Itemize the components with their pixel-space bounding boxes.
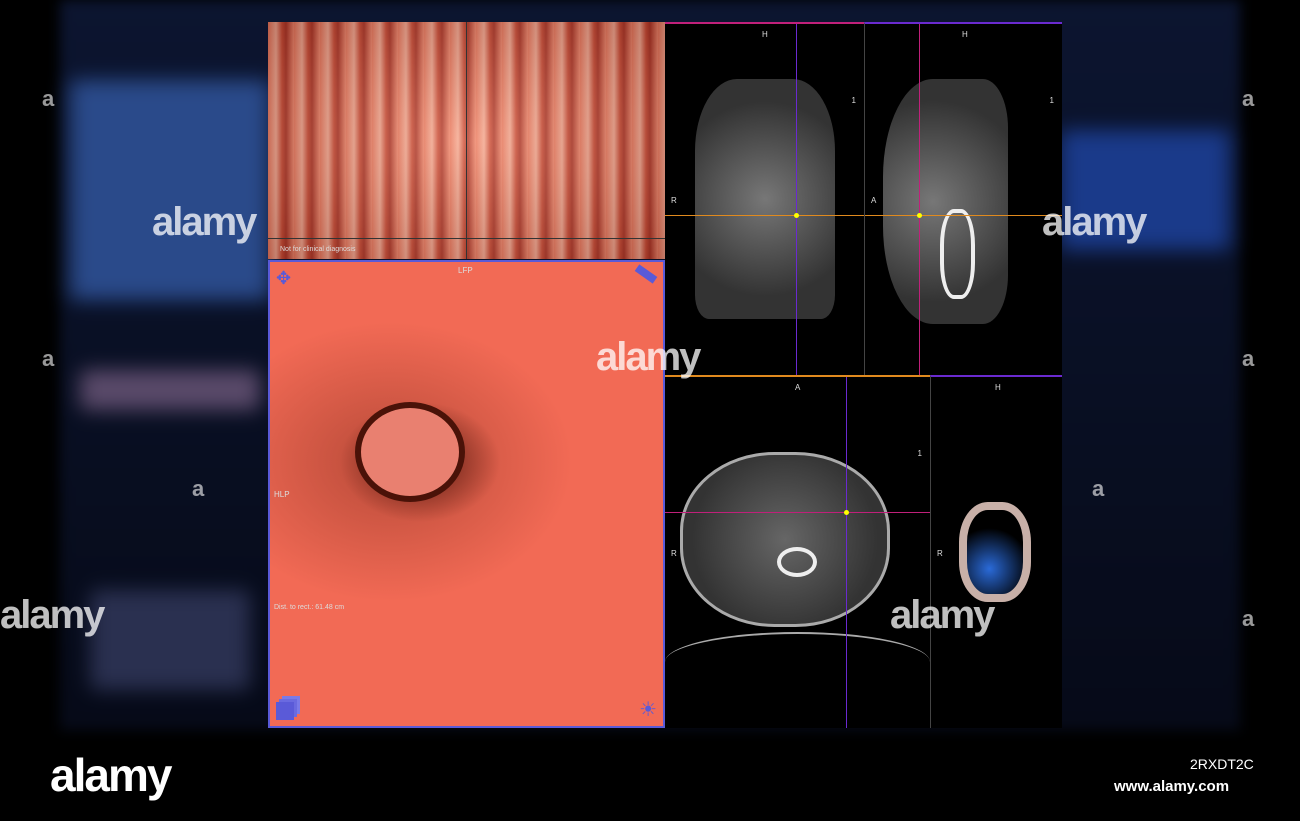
crosshair-vertical bbox=[796, 24, 797, 375]
orientation-left: R bbox=[671, 549, 677, 558]
slice-index: 1 bbox=[917, 449, 922, 458]
alamy-url: www.alamy.com bbox=[1114, 778, 1230, 795]
watermark-letter: a bbox=[1242, 346, 1255, 371]
watermark-letter: a bbox=[42, 346, 55, 371]
layers-icon[interactable] bbox=[276, 702, 294, 720]
watermark-letter: a bbox=[1242, 86, 1255, 111]
ruler-icon[interactable] bbox=[634, 264, 658, 284]
watermark: alamy bbox=[152, 200, 257, 244]
distance-to-rectum: Dist. to rect.: 61.48 cm bbox=[274, 604, 345, 611]
grid-line bbox=[268, 238, 665, 239]
orientation-top: H bbox=[762, 30, 768, 39]
unfolded-colon-view[interactable]: Not for clinical diagnosis bbox=[268, 22, 665, 259]
endoluminal-3d-view[interactable]: LFP HLP Dist. to rect.: 61.48 cm ✥ ☀ bbox=[268, 260, 665, 728]
watermark: alamy bbox=[1042, 200, 1147, 244]
watermark-letter: a bbox=[1092, 476, 1105, 501]
sagittal-ct-view[interactable]: H A 1 bbox=[864, 22, 1062, 375]
cursor-point bbox=[844, 510, 849, 515]
crosshair-vertical bbox=[846, 377, 847, 728]
orientation-left: R bbox=[937, 549, 943, 558]
orientation-left: A bbox=[871, 196, 877, 205]
watermark: alamy bbox=[890, 593, 995, 637]
crosshair-horizontal bbox=[665, 215, 864, 216]
alamy-logo: alamy bbox=[50, 749, 172, 801]
watermark-letter: a bbox=[192, 476, 205, 501]
watermark-letter: a bbox=[1242, 606, 1255, 631]
watermark: alamy bbox=[0, 593, 105, 637]
orientation-left: R bbox=[671, 196, 677, 205]
grid-line bbox=[466, 22, 467, 259]
slice-index: 1 bbox=[851, 96, 856, 105]
orientation-top: H bbox=[962, 30, 968, 39]
crosshair-vertical bbox=[919, 24, 920, 375]
axial-ct-view[interactable]: A R 1 bbox=[665, 375, 930, 728]
brightness-icon[interactable]: ☀ bbox=[639, 697, 657, 722]
image-id: 2RXDT2C bbox=[1190, 756, 1254, 772]
crosshair-horizontal bbox=[665, 512, 930, 513]
coronal-ct-view[interactable]: H R 1 bbox=[665, 22, 864, 375]
orientation-top: LFP bbox=[458, 266, 473, 275]
crosshair-horizontal bbox=[865, 215, 1062, 216]
orientation-top: H bbox=[995, 383, 1001, 392]
slice-index: 1 bbox=[1049, 96, 1054, 105]
disclaimer-text: Not for clinical diagnosis bbox=[280, 246, 356, 253]
orientation-left: HLP bbox=[274, 490, 290, 499]
watermark-letter: a bbox=[42, 86, 55, 111]
cursor-point bbox=[917, 213, 922, 218]
watermark: alamy bbox=[596, 335, 701, 379]
orientation-top: A bbox=[795, 383, 801, 392]
cursor-point bbox=[794, 213, 799, 218]
colon-volume-view[interactable]: H R bbox=[930, 375, 1062, 728]
navigation-icon[interactable]: ✥ bbox=[276, 268, 291, 289]
